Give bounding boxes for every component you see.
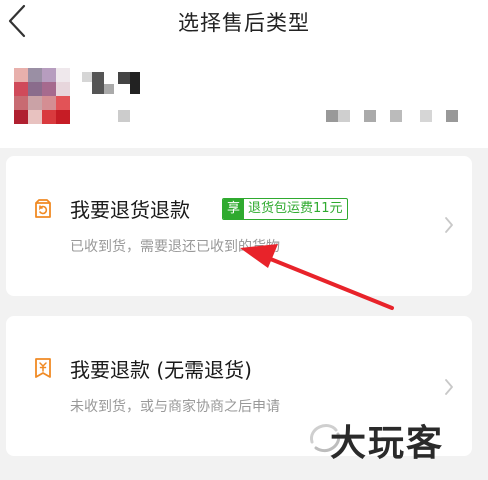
- blurred-price-text: [326, 110, 338, 122]
- option-subtitle: 已收到货，需要退还已收到的货物: [70, 239, 280, 255]
- option-return-refund[interactable]: 我要退货退款 享 退货包运费11元 已收到货，需要退还已收到的货物: [6, 156, 472, 296]
- blurred-product-text: [92, 72, 104, 94]
- return-goods-icon: [35, 199, 51, 218]
- product-summary: [0, 50, 488, 148]
- product-thumbnail: [14, 68, 70, 124]
- blurred-price-text: [446, 110, 458, 122]
- blurred-product-text: [104, 84, 114, 94]
- option-title: 我要退货退款: [70, 198, 190, 222]
- option-subtitle: 未收到货，或与商家协商之后申请: [70, 399, 280, 415]
- watermark-logo: 大玩客: [302, 412, 482, 464]
- blurred-price-text: [390, 110, 402, 122]
- blurred-price-text: [420, 110, 432, 122]
- option-title: 我要退款 (无需退货): [70, 358, 252, 382]
- header-bar: 选择售后类型: [0, 0, 488, 50]
- page-title: 选择售后类型: [178, 11, 310, 35]
- freight-badge: 享 退货包运费11元: [222, 198, 348, 220]
- chevron-right-icon: [445, 217, 453, 233]
- badge-text: 退货包运费11元: [248, 201, 343, 216]
- blurred-product-text: [118, 110, 130, 122]
- blurred-price-text: [364, 110, 376, 122]
- blurred-product-text: [118, 72, 130, 84]
- badge-tag: 享: [223, 199, 245, 219]
- blurred-price-text: [338, 110, 350, 122]
- watermark-text: 大玩客: [330, 423, 445, 464]
- refund-money-icon: [35, 358, 51, 378]
- chevron-right-icon: [445, 379, 453, 395]
- blurred-product-text: [82, 72, 92, 82]
- blurred-product-text: [130, 72, 140, 94]
